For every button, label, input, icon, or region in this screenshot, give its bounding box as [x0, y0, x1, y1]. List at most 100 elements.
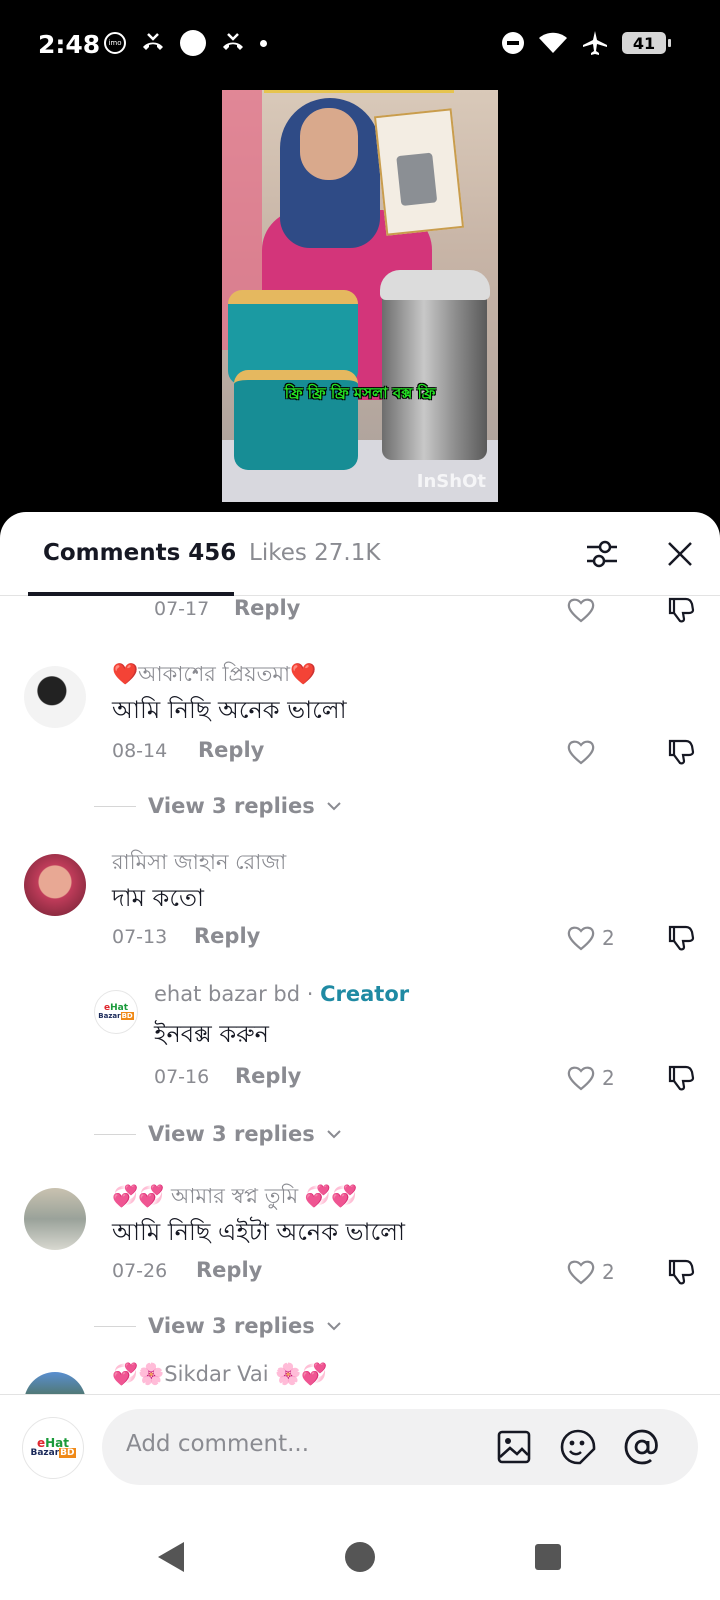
system-icons: 41 [502, 30, 671, 56]
wifi-icon [539, 32, 567, 53]
status-bar: 2:48 imo 41 [0, 0, 720, 90]
like-button[interactable]: 2 [566, 1064, 615, 1092]
view-replies-label: View 3 replies [148, 794, 315, 818]
chevron-down-icon [327, 1322, 341, 1331]
reply-button[interactable]: Reply [194, 924, 260, 948]
comment-input-placeholder: Add comment... [126, 1431, 310, 1457]
airplane-icon [583, 31, 607, 55]
heart-icon [567, 926, 595, 951]
reply-text: ইনবক্স করুন [154, 1020, 269, 1048]
comment-username[interactable]: ❤️আকাশের প্রিয়তমা❤️ [112, 658, 316, 693]
status-time: 2:48 [38, 30, 101, 59]
view-replies-label: View 3 replies [148, 1314, 315, 1338]
comment-text: দাম কতো [112, 884, 204, 912]
reply-date: 07-16 [154, 1066, 210, 1088]
chevron-down-icon [327, 802, 341, 811]
tab-likes[interactable]: Likes 27.1K [249, 540, 380, 566]
comment-input[interactable]: Add comment... [102, 1409, 698, 1485]
close-icon[interactable] [660, 534, 700, 574]
heart-icon[interactable] [566, 596, 596, 624]
view-replies-button[interactable]: View 3 replies [94, 1122, 341, 1146]
reply-username-row: ehat bazar bd · Creator [154, 982, 409, 1006]
comment-item: ❤️আকাশের প্রিয়তমা❤️ আমি নিছি অনেক ভালো … [0, 652, 720, 832]
view-replies-button[interactable]: View 3 replies [94, 794, 341, 818]
recent-apps-icon[interactable] [535, 1544, 561, 1570]
video-steel-flask [380, 270, 490, 460]
comment-partial-row: 07-17 Reply [0, 596, 720, 626]
like-button[interactable]: 2 [566, 1258, 615, 1286]
avatar[interactable] [24, 1188, 86, 1250]
name-separator: · [300, 982, 321, 1006]
logo-bottom-text: BazarBD [98, 1011, 134, 1020]
emoji-icon[interactable] [558, 1427, 598, 1467]
reply-button[interactable]: Reply [198, 738, 264, 762]
home-icon[interactable] [345, 1542, 375, 1572]
do-not-disturb-icon [502, 32, 524, 54]
like-button[interactable]: 2 [566, 924, 615, 952]
my-avatar[interactable]: eHat BazarBD [22, 1417, 84, 1479]
heart-icon[interactable] [566, 738, 596, 766]
comment-item: 💞💞 আমার স্বপ্ন তুমি 💞💞 আমি নিছি এইটা অনে… [0, 1174, 720, 1354]
battery-icon: 41 [622, 32, 671, 54]
mention-icon[interactable] [622, 1427, 662, 1467]
avatar[interactable] [24, 854, 86, 916]
heart-icon [567, 1066, 595, 1091]
imo-icon: imo [104, 32, 126, 54]
dislike-icon[interactable] [666, 924, 696, 952]
battery-level: 41 [632, 33, 656, 53]
notification-icons: imo [104, 30, 267, 56]
dislike-icon[interactable] [666, 1258, 696, 1286]
comment-date: 07-17 [154, 598, 210, 620]
missed-call-icon [143, 33, 163, 50]
view-replies-label: View 3 replies [148, 1122, 315, 1146]
creator-avatar[interactable]: eHat BazarBD [94, 990, 138, 1034]
like-count: 2 [602, 926, 615, 950]
circle-notification-icon [180, 30, 206, 56]
comment-input-bar: eHat BazarBD Add comment... [0, 1394, 720, 1514]
comment-list[interactable]: 07-17 Reply ❤️আকাশের প্রিয়তমা❤️ আমি নিছ… [0, 596, 720, 1394]
like-count: 2 [602, 1260, 615, 1284]
comment-item: রামিসা জাহান রোজা দাম কতো 07-13 Reply 2 … [0, 840, 720, 1160]
imo-label: imo [108, 39, 122, 47]
video-product-box [373, 108, 465, 236]
dislike-icon[interactable] [666, 738, 696, 766]
video-watermark: InShOt [416, 471, 486, 492]
comment-username[interactable]: 💞💞 আমার স্বপ্ন তুমি 💞💞 [112, 1180, 357, 1215]
reply-button[interactable]: Reply [235, 1064, 301, 1088]
dislike-icon[interactable] [666, 596, 696, 624]
more-notifications-icon [260, 39, 267, 47]
creator-badge: Creator [320, 982, 410, 1006]
divider [94, 1133, 136, 1135]
reply-username[interactable]: ehat bazar bd [154, 982, 300, 1006]
reply-button[interactable]: Reply [196, 1258, 262, 1282]
comment-text: আমি নিছি অনেক ভালো [112, 696, 347, 724]
dislike-icon[interactable] [666, 1064, 696, 1092]
divider [94, 805, 136, 807]
view-replies-button[interactable]: View 3 replies [94, 1314, 341, 1338]
video-person-face [300, 108, 358, 180]
avatar[interactable] [24, 1372, 86, 1394]
missed-call-icon-2 [223, 33, 243, 50]
comment-date: 08-14 [112, 740, 168, 762]
image-icon[interactable] [494, 1427, 534, 1467]
reply-button[interactable]: Reply [234, 596, 300, 620]
chevron-down-icon [327, 1130, 341, 1139]
comment-text: আমি নিছি এইটা অনেক ভালো [112, 1218, 405, 1246]
system-navigation-bar [0, 1514, 720, 1600]
back-icon[interactable] [158, 1542, 184, 1572]
comment-date: 07-13 [112, 926, 168, 948]
like-count: 2 [602, 1066, 615, 1090]
comment-username[interactable]: রামিসা জাহান রোজা [112, 846, 286, 881]
comments-tabs: Comments 456 Likes 27.1K [0, 512, 720, 596]
logo-bottom-text: BazarBD [30, 1448, 76, 1459]
divider [94, 1325, 136, 1327]
filter-icon[interactable] [582, 534, 622, 574]
comment-item: 💞🌸Sikdar Vai 🌸💞 [0, 1358, 720, 1394]
video-caption: ফ্রি ফ্রি ফ্রি মসলা বক্স ফ্রি [284, 384, 436, 402]
avatar[interactable] [24, 666, 86, 728]
comment-date: 07-26 [112, 1260, 168, 1282]
video-player[interactable]: ফ্রি ফ্রি ফ্রি মসলা বক্স ফ্রি InShOt [222, 90, 498, 502]
tab-comments[interactable]: Comments 456 [43, 540, 236, 566]
comment-username[interactable]: 💞🌸Sikdar Vai 🌸💞 [112, 1362, 328, 1387]
video-progress-line [264, 90, 454, 93]
